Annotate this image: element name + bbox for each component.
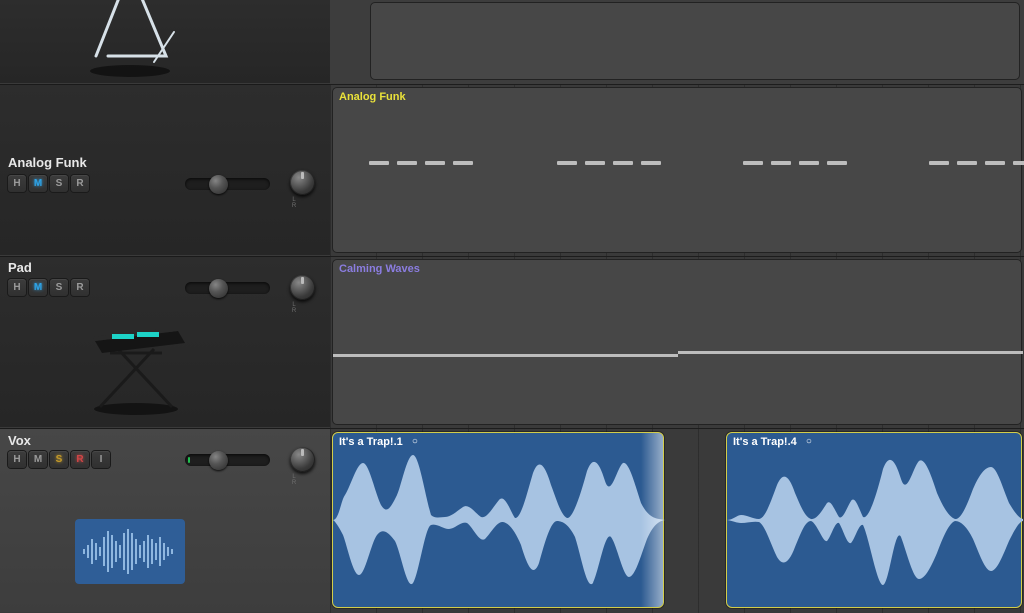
region-vox-2[interactable]: It's a Trap!.4 ○ — [726, 432, 1022, 608]
volume-slider[interactable] — [185, 454, 270, 466]
timeline-row-triangle[interactable] — [330, 0, 1024, 84]
track-header-vox[interactable]: Vox H M S R I L R — [0, 428, 330, 613]
pan-label: L R — [286, 197, 320, 209]
volume-thumb[interactable] — [209, 279, 228, 298]
region-vox-1[interactable]: It's a Trap!.1 ○ — [332, 432, 664, 608]
track-btn-r[interactable]: R — [71, 279, 89, 296]
fade-out-handle[interactable] — [641, 433, 663, 607]
audio-thumbnail-icon — [75, 519, 185, 589]
track-name-label: Analog Funk — [8, 155, 87, 170]
region-analog-funk[interactable]: Analog Funk — [332, 87, 1022, 253]
track-btn-m[interactable]: M — [29, 279, 47, 296]
pan-label: L R — [286, 302, 320, 314]
track-button-row: H M S R — [8, 279, 89, 296]
keyboard-instrument-icon — [80, 309, 200, 424]
volume-slider[interactable] — [185, 282, 270, 294]
timeline-row-vox[interactable]: It's a Trap!.1 ○ It's a Trap!.4 ○ — [330, 428, 1024, 613]
region-calming-waves[interactable]: Calming Waves — [332, 259, 1022, 425]
track-header-pad[interactable]: Pad H M S R L R — [0, 256, 330, 428]
region-name: Calming Waves — [339, 263, 420, 275]
track-btn-h[interactable]: H — [8, 175, 26, 192]
volume-slider[interactable] — [185, 178, 270, 190]
track-button-row: H M S R I — [8, 451, 110, 468]
midi-notes — [333, 161, 1021, 165]
pan-knob[interactable] — [290, 275, 315, 300]
track-name-label: Pad — [8, 260, 32, 275]
track-header-panel: Analog Funk H M S R L R Pad H M S R — [0, 0, 330, 613]
timeline-row-pad[interactable]: Calming Waves — [330, 256, 1024, 428]
region-triangle[interactable] — [370, 2, 1020, 80]
track-btn-h[interactable]: H — [8, 451, 26, 468]
track-header-analog-funk[interactable]: Analog Funk H M S R L R — [0, 84, 330, 256]
volume-thumb[interactable] — [209, 175, 228, 194]
track-btn-s[interactable]: S — [50, 279, 68, 296]
pan-label: L R — [286, 474, 320, 486]
midi-sustain-note — [333, 354, 678, 357]
track-header-triangle[interactable] — [0, 0, 330, 84]
track-button-row: H M S R — [8, 175, 89, 192]
track-name-label: Vox — [8, 433, 31, 448]
track-btn-i[interactable]: I — [92, 451, 110, 468]
timeline-row-analog-funk[interactable]: Analog Funk — [330, 84, 1024, 256]
timeline-area[interactable]: Analog Funk — [330, 0, 1024, 613]
track-btn-m[interactable]: M — [29, 451, 47, 468]
track-btn-s[interactable]: S — [50, 451, 68, 468]
track-btn-h[interactable]: H — [8, 279, 26, 296]
track-btn-r[interactable]: R — [71, 175, 89, 192]
track-btn-m[interactable]: M — [29, 175, 47, 192]
volume-meter — [188, 457, 190, 463]
volume-thumb[interactable] — [209, 451, 228, 470]
track-btn-s[interactable]: S — [50, 175, 68, 192]
pan-knob[interactable] — [290, 170, 315, 195]
triangle-instrument-icon — [68, 0, 188, 83]
region-name: Analog Funk — [339, 91, 406, 103]
midi-sustain-note — [678, 351, 1023, 354]
pan-knob[interactable] — [290, 447, 315, 472]
track-btn-r[interactable]: R — [71, 451, 89, 468]
